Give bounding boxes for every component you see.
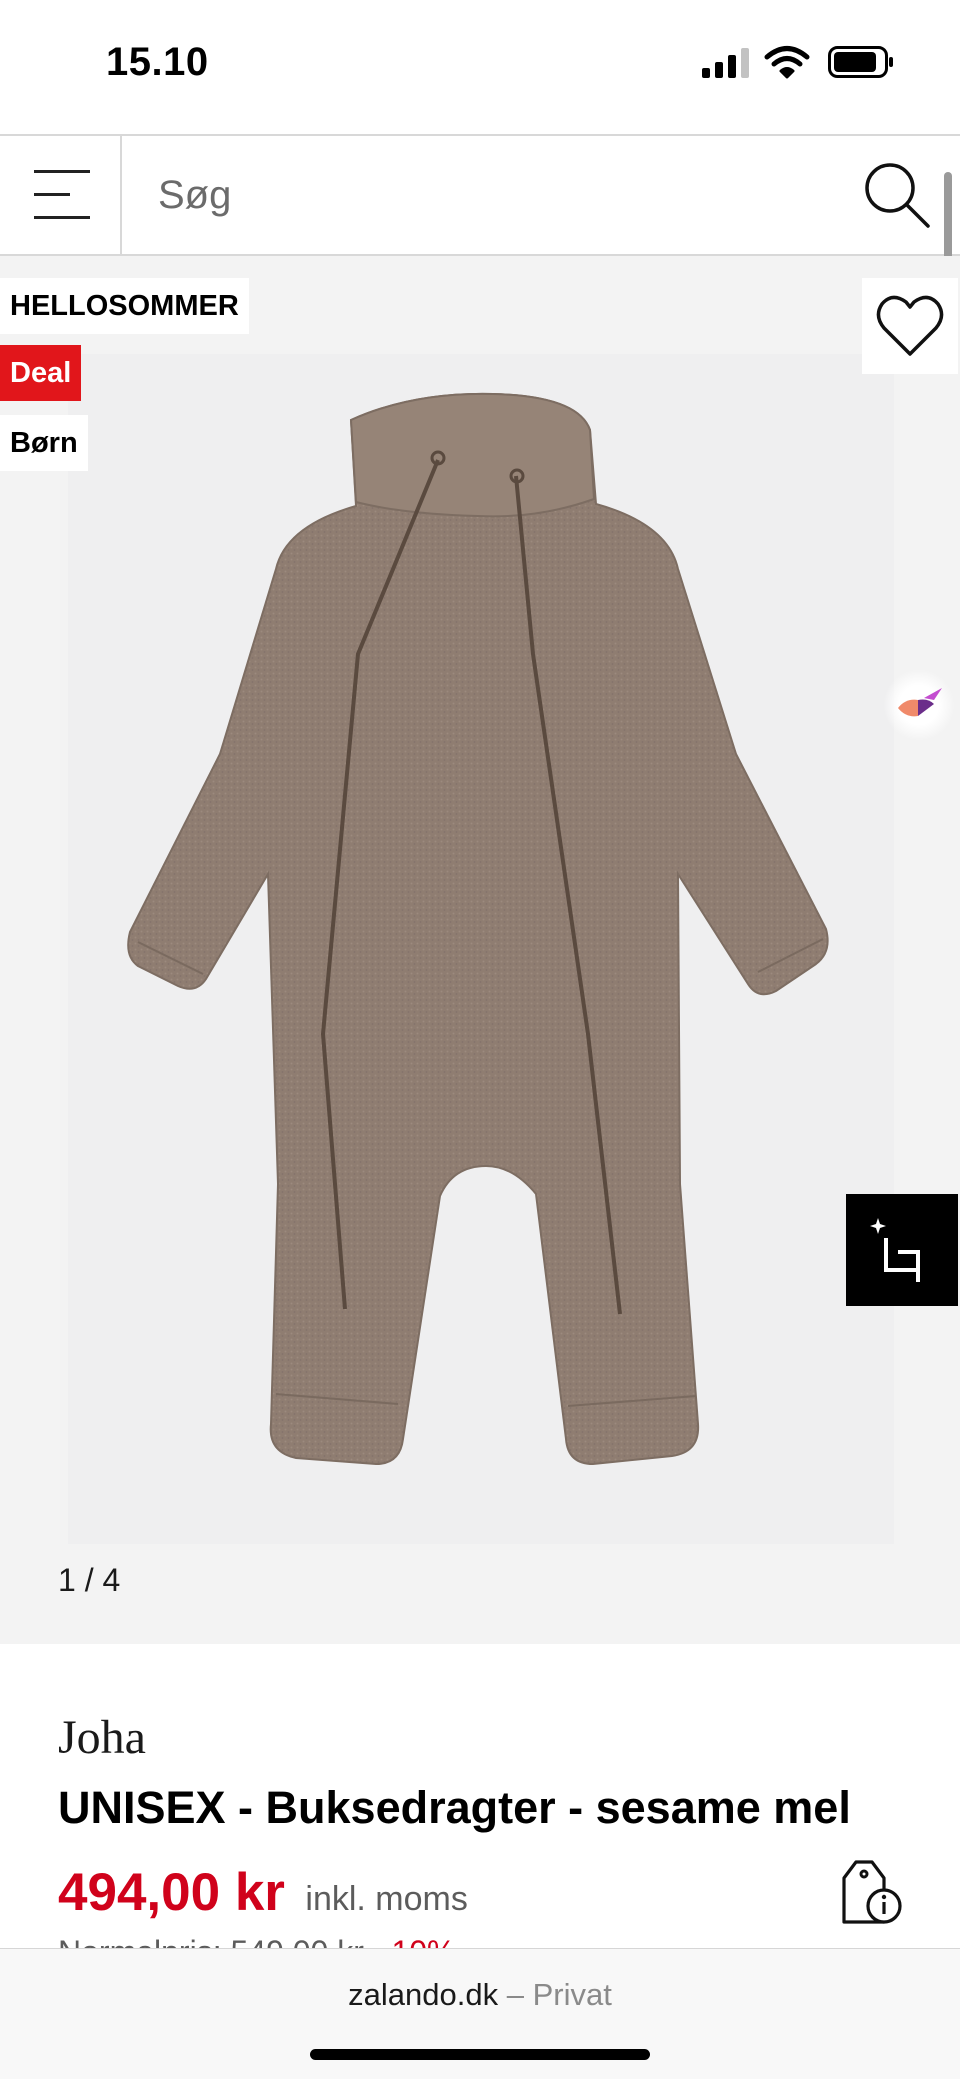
kids-flag: Børn bbox=[0, 415, 88, 471]
price-info-button[interactable] bbox=[838, 1856, 906, 1928]
cellular-signal-icon bbox=[702, 48, 749, 78]
wifi-icon bbox=[764, 46, 810, 79]
status-bar: 15.10 bbox=[0, 0, 960, 130]
size-help-icon bbox=[842, 1860, 902, 1924]
old-price-row: Normalpris: 549,00 kr -10% bbox=[58, 1934, 455, 1948]
sale-flag: HELLOSOMMER bbox=[0, 278, 249, 334]
old-price: Normalpris: 549,00 kr bbox=[58, 1934, 364, 1948]
url-domain: zalando.dk bbox=[348, 1977, 499, 2012]
browser-address-bar[interactable]: zalando.dk – Privat bbox=[0, 1948, 960, 2079]
menu-button[interactable] bbox=[0, 136, 122, 254]
ai-assistant-button[interactable] bbox=[884, 670, 954, 740]
search-icon[interactable] bbox=[862, 160, 932, 230]
wishlist-button[interactable] bbox=[862, 278, 958, 374]
price-row: 494,00 kr inkl. moms bbox=[58, 1862, 468, 1932]
product-image[interactable] bbox=[68, 354, 894, 1544]
product-title: UNISEX - Buksedragter - sesame mel bbox=[58, 1782, 851, 1833]
ai-assistant-icon bbox=[898, 688, 942, 717]
deal-flag: Deal bbox=[0, 345, 82, 401]
image-pager: 1 / 4 bbox=[58, 1562, 121, 1598]
product-gallery[interactable]: HELLOSOMMER Deal Børn 1 / 4 bbox=[0, 256, 960, 1644]
crop-search-button[interactable] bbox=[846, 1194, 958, 1306]
search-header bbox=[0, 134, 960, 256]
url-line[interactable]: zalando.dk – Privat bbox=[0, 1977, 960, 2013]
status-time: 15.10 bbox=[106, 40, 209, 84]
vat-note: inkl. moms bbox=[305, 1880, 468, 1918]
url-separator: – bbox=[506, 1977, 524, 2012]
battery-icon bbox=[828, 46, 893, 78]
search-input[interactable] bbox=[124, 136, 824, 254]
current-price: 494,00 kr bbox=[58, 1863, 285, 1922]
brand-name[interactable]: Joha bbox=[58, 1710, 146, 1765]
home-indicator[interactable] bbox=[310, 2049, 650, 2060]
crop-icon bbox=[870, 1218, 920, 1282]
jumpsuit-image bbox=[127, 392, 829, 1466]
private-mode-label: Privat bbox=[532, 1977, 612, 2012]
heart-icon bbox=[876, 295, 944, 356]
discount-badge: -10% bbox=[381, 1934, 456, 1948]
